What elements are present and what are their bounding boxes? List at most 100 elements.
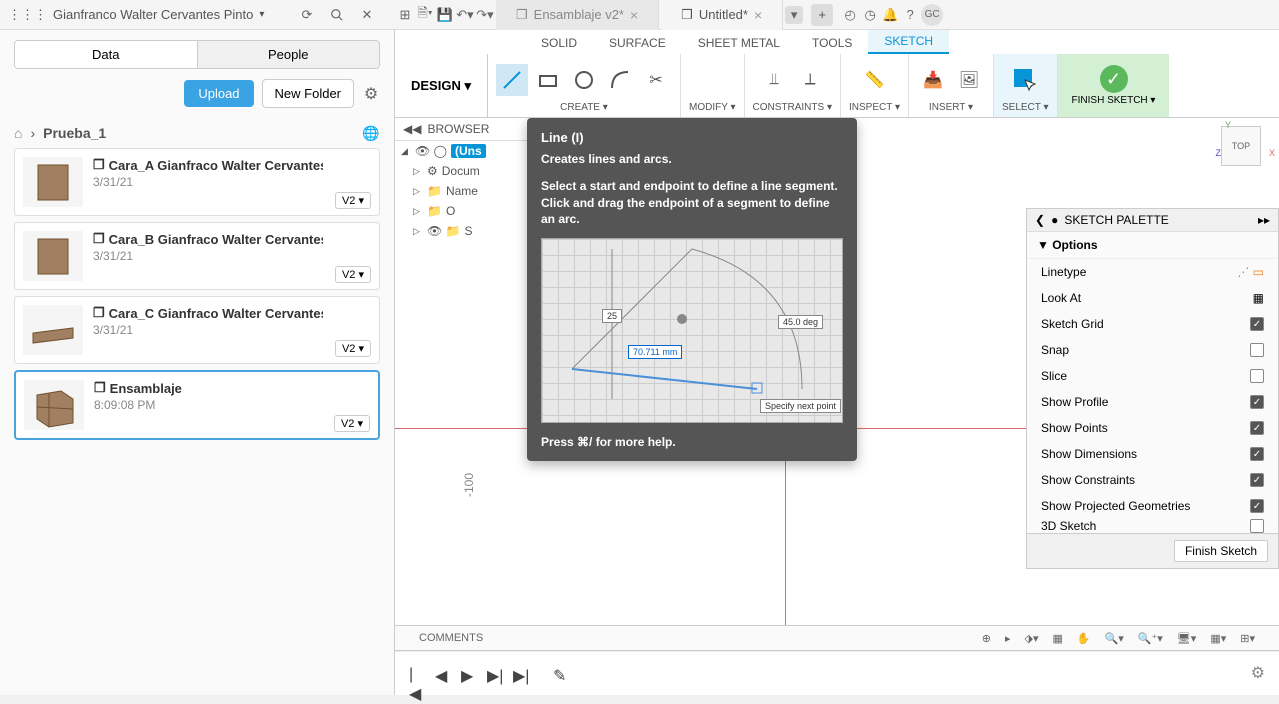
user-menu[interactable]: ⋮⋮⋮ Gianfranco Walter Cervantes Pinto ▾ …	[8, 6, 388, 24]
horizontal-constraint-icon[interactable]: ⫫	[758, 64, 790, 96]
upload-button[interactable]: Upload	[184, 80, 253, 107]
file-item[interactable]: ❒ Cara_B Gianfraco Walter Cervantes Pi..…	[14, 222, 380, 290]
pan-icon[interactable]: ✋	[1077, 632, 1091, 645]
home-icon[interactable]: ⌂	[14, 125, 22, 141]
save-icon[interactable]: 💾	[436, 6, 454, 24]
checkbox[interactable]: ✓	[1250, 317, 1264, 331]
orbit-icon[interactable]: ⬗▾	[1024, 632, 1038, 645]
tab-data[interactable]: Data	[15, 41, 198, 68]
close-icon[interactable]: ×	[754, 7, 762, 23]
checkbox[interactable]: ✓	[1250, 395, 1264, 409]
clock-icon[interactable]: ◷	[861, 6, 879, 24]
tab-solid[interactable]: SOLID	[525, 32, 593, 54]
tree-root[interactable]: ◢👁 ◯ (Uns	[395, 141, 530, 161]
expand-icon[interactable]: ▸	[1005, 632, 1011, 645]
timeline-next-icon[interactable]: ▶|	[487, 666, 503, 682]
trim-tool-icon[interactable]: ✂	[640, 64, 672, 96]
breadcrumb[interactable]: ⌂ › Prueba_1 🌐	[0, 118, 394, 148]
undo-icon[interactable]: ↶▾	[456, 6, 474, 24]
timeline-sketch-icon[interactable]: ✎	[553, 666, 569, 682]
file-version[interactable]: V2 ▾	[335, 266, 371, 283]
globe-icon[interactable]: 🌐	[362, 124, 380, 142]
file-version[interactable]: V2 ▾	[335, 340, 371, 357]
close-panel-icon[interactable]: ✕	[358, 6, 376, 24]
refresh-icon[interactable]: ⟳	[298, 6, 316, 24]
file-item[interactable]: ❒ Ensamblaje 8:09:08 PM V2 ▾	[14, 370, 380, 440]
browser-tree: ◀◀ BROWSER ◢👁 ◯ (Uns ▷⚙ Docum ▷📁 Name ▷📁…	[395, 118, 530, 241]
checkbox[interactable]	[1250, 369, 1264, 383]
tab-people[interactable]: People	[198, 41, 380, 68]
measure-icon[interactable]: 📏	[858, 64, 890, 96]
palette-section-options[interactable]: ▼ Options	[1027, 232, 1278, 259]
checkbox[interactable]	[1250, 343, 1264, 357]
bell-icon[interactable]: 🔔	[881, 6, 899, 24]
redo-icon[interactable]: ↷▾	[476, 6, 494, 24]
zoom-icon[interactable]: 🔍▾	[1105, 632, 1124, 645]
tab-tools[interactable]: TOOLS	[796, 32, 868, 54]
file-version[interactable]: V2 ▾	[334, 415, 370, 432]
tree-item[interactable]: ▷⚙ Docum	[395, 161, 530, 181]
timeline-end-icon[interactable]: ▶|	[513, 666, 529, 682]
design-workspace-menu[interactable]: DESIGN ▾	[395, 54, 488, 117]
grid-apps-icon[interactable]: ⊞	[396, 6, 414, 24]
linetype-icons[interactable]: ⋰ ▭	[1237, 265, 1264, 279]
close-icon[interactable]: ×	[630, 7, 638, 23]
fit-icon[interactable]: 🔍⁺▾	[1138, 632, 1163, 645]
insert-icon[interactable]: 📥	[917, 64, 949, 96]
palette-row: 3D Sketch	[1027, 519, 1278, 533]
file-icon[interactable]: 🗎▾	[416, 6, 434, 24]
look-at-icon[interactable]: ▦	[1052, 632, 1062, 645]
rectangle-tool-icon[interactable]	[532, 64, 564, 96]
palette-row-label: Show Projected Geometries	[1041, 499, 1190, 513]
finish-sketch-button-small[interactable]: Finish Sketch	[1174, 540, 1268, 562]
vertical-constraint-icon[interactable]: ⟂	[794, 64, 826, 96]
checkbox[interactable]	[1250, 519, 1264, 533]
file-item[interactable]: ❒ Cara_C Gianfraco Walter Cervantes Pi..…	[14, 296, 380, 364]
avatar[interactable]: GC	[921, 4, 943, 26]
look-at-icon[interactable]: ▦	[1253, 291, 1264, 305]
grid-display-icon[interactable]: ▦▾	[1210, 632, 1226, 645]
collapse-icon[interactable]: ◀◀	[403, 122, 421, 136]
gear-icon[interactable]: ⚙	[1251, 663, 1265, 683]
document-tab-1[interactable]: ❒ Ensamblaje v2* ×	[496, 0, 659, 30]
image-icon[interactable]: 🖼	[953, 64, 985, 96]
tab-sheet-metal[interactable]: SHEET METAL	[682, 32, 796, 54]
tree-item[interactable]: ▷👁 📁 S	[395, 221, 530, 241]
circle-tool-icon[interactable]	[568, 64, 600, 96]
tab-surface[interactable]: SURFACE	[593, 32, 682, 54]
tree-item[interactable]: ▷📁 Name	[395, 181, 530, 201]
tab-sketch[interactable]: SKETCH	[868, 30, 949, 54]
add-comment-icon[interactable]: ⊕	[982, 632, 991, 645]
gear-icon[interactable]: ⚙	[362, 85, 380, 103]
tool-tooltip: Line (I) Creates lines and arcs. Select …	[527, 118, 857, 461]
checkbox[interactable]: ✓	[1250, 473, 1264, 487]
timeline-prev-icon[interactable]: ◀	[435, 666, 451, 682]
line-tool-icon[interactable]	[496, 64, 528, 96]
tooltip-subtitle: Creates lines and arcs.	[541, 151, 843, 168]
timeline-start-icon[interactable]: |◀	[409, 666, 425, 682]
tree-item[interactable]: ▷📁 O	[395, 201, 530, 221]
extension-icon[interactable]: ◴	[841, 6, 859, 24]
select-icon[interactable]	[1009, 64, 1041, 96]
document-tab-2[interactable]: ❒ Untitled* ×	[661, 0, 783, 30]
search-icon[interactable]	[328, 6, 346, 24]
timeline-play-icon[interactable]: ▶	[461, 666, 477, 682]
view-cube[interactable]: TOP	[1221, 126, 1261, 166]
expand-icon[interactable]: ▸▸	[1258, 213, 1270, 227]
new-folder-button[interactable]: New Folder	[262, 79, 354, 108]
palette-row-label: Snap	[1041, 343, 1069, 357]
checkbox[interactable]: ✓	[1250, 447, 1264, 461]
display-icon[interactable]: 🖥▾	[1177, 632, 1197, 645]
chevron-down-icon[interactable]: ▾	[785, 6, 803, 24]
checkbox[interactable]: ✓	[1250, 499, 1264, 513]
help-icon[interactable]: ?	[901, 6, 919, 24]
new-tab-button[interactable]: +	[811, 4, 833, 26]
finish-sketch-button[interactable]: ✓ FINISH SKETCH ▾	[1058, 54, 1170, 117]
file-version[interactable]: V2 ▾	[335, 192, 371, 209]
file-item[interactable]: ❒ Cara_A Gianfraco Walter Cervantes Pi..…	[14, 148, 380, 216]
arc-tool-icon[interactable]	[604, 64, 636, 96]
collapse-icon[interactable]: ❮	[1035, 213, 1045, 227]
checkbox[interactable]: ✓	[1250, 421, 1264, 435]
viewport-icon[interactable]: ⊞▾	[1240, 632, 1255, 645]
comments-bar: COMMENTS ⊕ ▸ ⬗▾ ▦ ✋ 🔍▾ 🔍⁺▾ 🖥▾ ▦▾ ⊞▾	[395, 625, 1279, 651]
